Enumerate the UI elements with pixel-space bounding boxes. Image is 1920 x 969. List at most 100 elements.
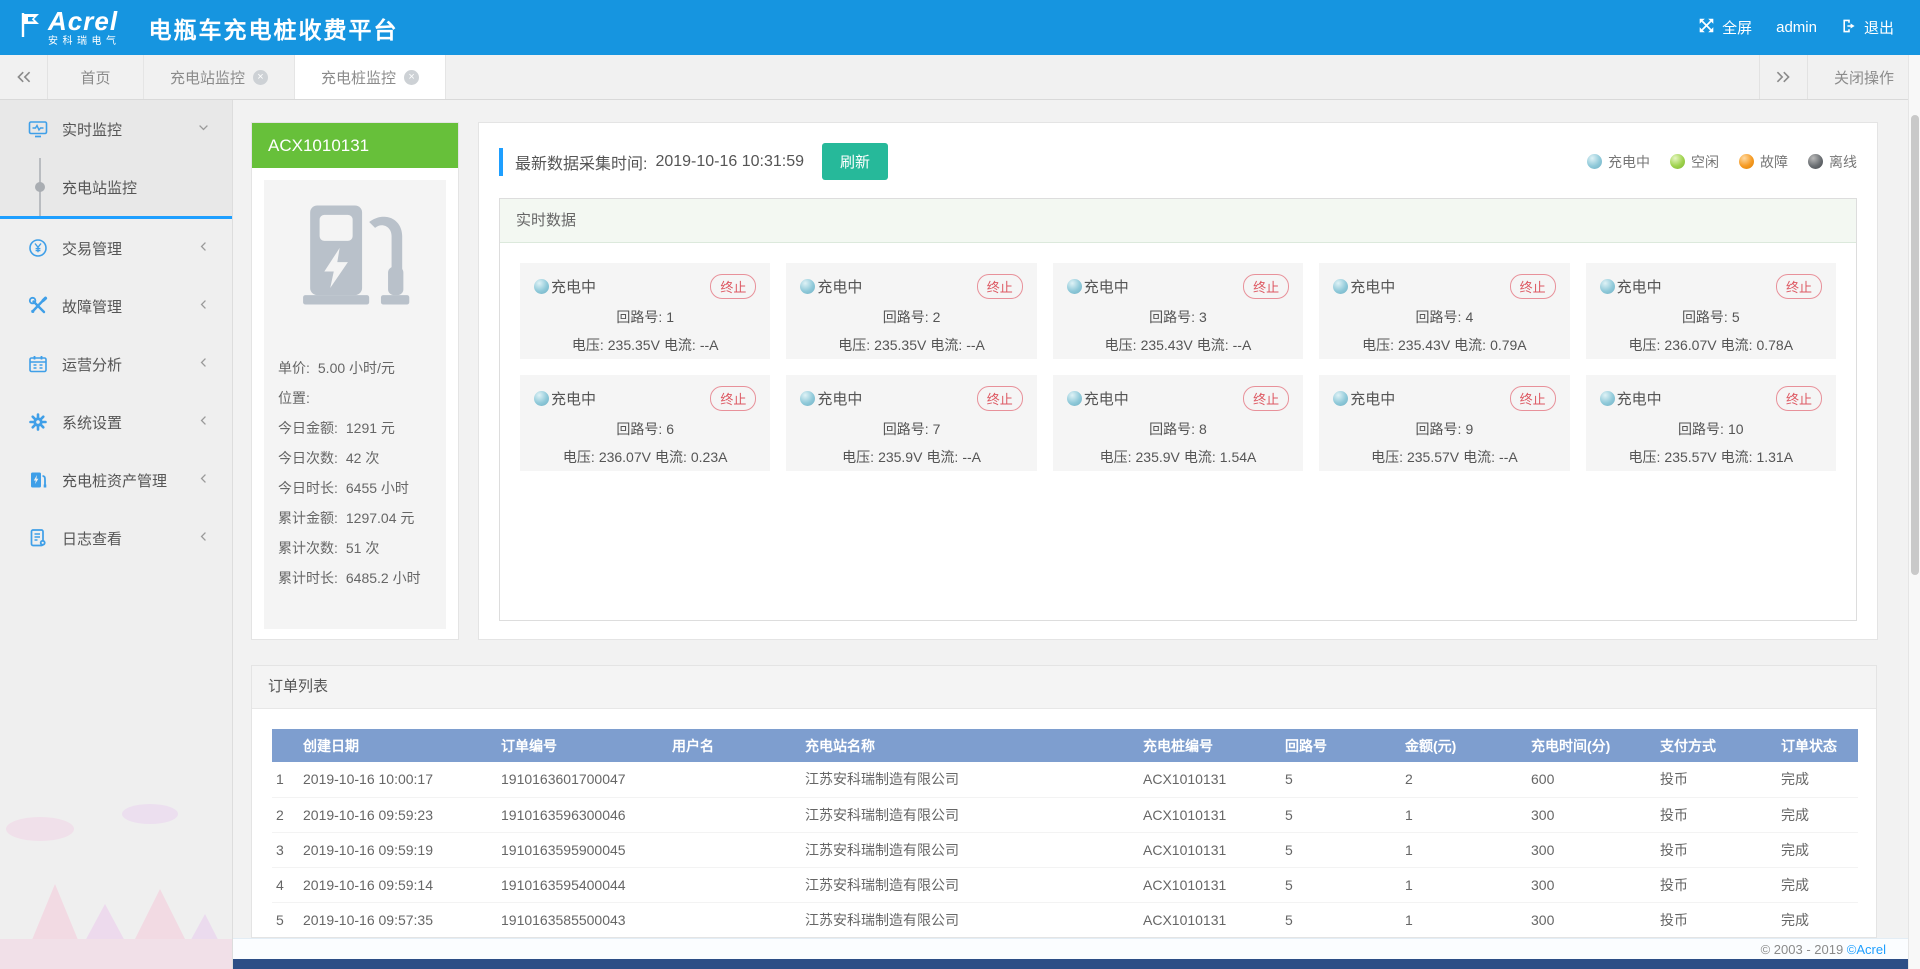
fullscreen-button[interactable]: 全屏 <box>1698 17 1752 38</box>
accent-bar <box>499 148 503 176</box>
circuit-card: 充电中终止 回路号:4 电压:235.43V电流:0.79A <box>1319 263 1569 359</box>
realtime-monitor-panel: 最新数据采集时间: 2019-10-16 10:31:59 刷新 充电中 空闲 … <box>478 122 1878 640</box>
table-row: 42019-10-16 09:59:141910163595400044江苏安科… <box>272 867 1858 902</box>
col-user: 用户名 <box>668 729 801 762</box>
decorative-cityscape <box>0 789 233 969</box>
user-menu[interactable]: admin <box>1776 19 1817 36</box>
circuit-number: 回路号:8 <box>1067 419 1289 439</box>
col-payment: 支付方式 <box>1656 729 1777 762</box>
circuit-card: 充电中终止 回路号:10 电压:235.57V电流:1.31A <box>1586 375 1836 471</box>
collect-time-value: 2019-10-16 10:31:59 <box>655 153 804 171</box>
order-list-panel: 订单列表 创建日期 订单编号 用户名 充电站名称 充电桩编号 <box>251 665 1877 938</box>
charging-status-icon <box>1600 391 1615 406</box>
top-header: Acrel 安科瑞电气 电瓶车充电桩收费平台 全屏 admin 退出 <box>0 0 1920 55</box>
stat-total-duration: 累计时长:6485.2 小时 <box>264 563 446 593</box>
circuit-number: 回路号:3 <box>1067 307 1289 327</box>
charging-status-icon <box>1067 279 1082 294</box>
circuit-number: 回路号:2 <box>800 307 1022 327</box>
tab-home[interactable]: 首页 <box>48 55 144 99</box>
stop-button[interactable]: 终止 <box>1243 386 1289 411</box>
page-footer: © 2003 - 2019 ©Acrel <box>233 938 1908 959</box>
close-tab-icon[interactable]: × <box>404 70 419 85</box>
collect-time-label: 最新数据采集时间: <box>515 150 647 174</box>
circuit-number: 回路号:9 <box>1333 419 1555 439</box>
circuit-readings: 电压:235.57V电流:--A <box>1333 447 1555 467</box>
stop-button[interactable]: 终止 <box>710 274 756 299</box>
charging-status-icon <box>534 279 549 294</box>
stop-button[interactable]: 终止 <box>977 274 1023 299</box>
table-row: 32019-10-16 09:59:191910163595900045江苏安科… <box>272 832 1858 867</box>
stop-button[interactable]: 终止 <box>1776 386 1822 411</box>
stat-total-amount: 累计金额:1297.04 元 <box>264 503 446 533</box>
close-operations-menu[interactable]: 关闭操作 <box>1807 55 1920 99</box>
stop-button[interactable]: 终止 <box>1243 274 1289 299</box>
circuit-card: 充电中终止 回路号:3 电压:235.43V电流:--A <box>1053 263 1303 359</box>
realtime-data-section: 实时数据 充电中终止 回路号:1 电压:235.35V电流:--A 充电中终止 … <box>499 198 1857 621</box>
tab-pile-monitor[interactable]: 充电桩监控 × <box>295 55 446 99</box>
stop-button[interactable]: 终止 <box>1510 274 1556 299</box>
circuit-readings: 电压:235.9V电流:--A <box>800 447 1022 467</box>
chevron-left-icon <box>197 298 210 315</box>
circuit-readings: 电压:235.43V电流:0.79A <box>1333 335 1555 355</box>
circuit-number: 回路号:10 <box>1600 419 1822 439</box>
col-order-no: 订单编号 <box>497 729 668 762</box>
fullscreen-icon <box>1698 17 1715 38</box>
vertical-scrollbar[interactable] <box>1908 55 1920 969</box>
tools-icon <box>28 296 48 316</box>
close-tab-icon[interactable]: × <box>253 70 268 85</box>
col-station: 充电站名称 <box>801 729 1139 762</box>
pile-info-panel: ACX1010131 单价:5.00 小时/元 位置: 今日金额:1291 <box>251 122 459 640</box>
stop-button[interactable]: 终止 <box>1776 274 1822 299</box>
col-circuit: 回路号 <box>1281 729 1401 762</box>
circuit-number: 回路号:6 <box>534 419 756 439</box>
timeline-dot-icon <box>35 182 45 192</box>
stop-button[interactable]: 终止 <box>1510 386 1556 411</box>
fault-status-icon <box>1739 154 1754 169</box>
status-legend: 充电中 空闲 故障 离线 <box>1587 152 1857 172</box>
charging-status-icon <box>534 391 549 406</box>
chevron-left-icon <box>197 414 210 431</box>
sidebar-item-faults[interactable]: 故障管理 <box>0 277 232 335</box>
tabs-scroll-right-button[interactable] <box>1759 55 1807 99</box>
chevron-left-icon <box>197 356 210 373</box>
circuit-card: 充电中终止 回路号:2 电压:235.35V电流:--A <box>786 263 1036 359</box>
sidebar-item-logs[interactable]: 日志查看 <box>0 509 232 567</box>
table-row: 12019-10-16 10:00:171910163601700047江苏安科… <box>272 762 1858 797</box>
logout-button[interactable]: 退出 <box>1841 17 1894 38</box>
circuit-readings: 电压:235.35V电流:--A <box>800 335 1022 355</box>
sidebar-item-station-monitor[interactable]: 充电站监控 <box>0 158 232 216</box>
monitor-icon <box>28 119 48 139</box>
calendar-icon <box>28 354 48 374</box>
stat-total-count: 累计次数:51 次 <box>264 533 446 563</box>
stop-button[interactable]: 终止 <box>977 386 1023 411</box>
circuit-readings: 电压:235.9V电流:1.54A <box>1067 447 1289 467</box>
stat-today-count: 今日次数:42 次 <box>264 443 446 473</box>
stat-today-amount: 今日金额:1291 元 <box>264 413 446 443</box>
col-created: 创建日期 <box>299 729 497 762</box>
chevron-left-icon <box>197 240 210 257</box>
sidebar-group-realtime: 实时监控 充电站监控 <box>0 100 232 216</box>
sidebar-item-realtime-monitor[interactable]: 实时监控 <box>0 100 232 158</box>
brand-subtitle: 安科瑞电气 <box>48 37 121 47</box>
chevron-down-icon <box>197 121 210 138</box>
sidebar-item-pile-assets[interactable]: 充电桩资产管理 <box>0 451 232 509</box>
pile-stats-box: 单价:5.00 小时/元 位置: 今日金额:1291 元 今日次数:42 次 今… <box>264 180 446 629</box>
table-row: 52019-10-16 09:57:351910163585500043江苏安科… <box>272 902 1858 937</box>
table-header-row: 创建日期 订单编号 用户名 充电站名称 充电桩编号 回路号 金额(元) 充电时间… <box>272 729 1858 762</box>
stop-button[interactable]: 终止 <box>710 386 756 411</box>
stat-location: 位置: <box>264 383 446 413</box>
tab-station-monitor[interactable]: 充电站监控 × <box>144 55 295 99</box>
sidebar-item-analytics[interactable]: 运营分析 <box>0 335 232 393</box>
charging-station-icon <box>296 196 414 319</box>
page-title: 电瓶车充电桩收费平台 <box>149 11 399 45</box>
sidebar-item-settings[interactable]: 系统设置 <box>0 393 232 451</box>
sidebar-item-transactions[interactable]: 交易管理 <box>0 219 232 277</box>
offline-status-icon <box>1808 154 1823 169</box>
gear-icon <box>28 412 48 432</box>
tabs-scroll-left-button[interactable] <box>0 55 48 99</box>
scrollbar-thumb[interactable] <box>1911 115 1919 575</box>
circuit-readings: 电压:236.07V电流:0.78A <box>1600 335 1822 355</box>
stat-unit-price: 单价:5.00 小时/元 <box>264 353 446 383</box>
footer-brand-link[interactable]: ©Acrel <box>1847 942 1886 957</box>
refresh-button[interactable]: 刷新 <box>822 143 888 180</box>
